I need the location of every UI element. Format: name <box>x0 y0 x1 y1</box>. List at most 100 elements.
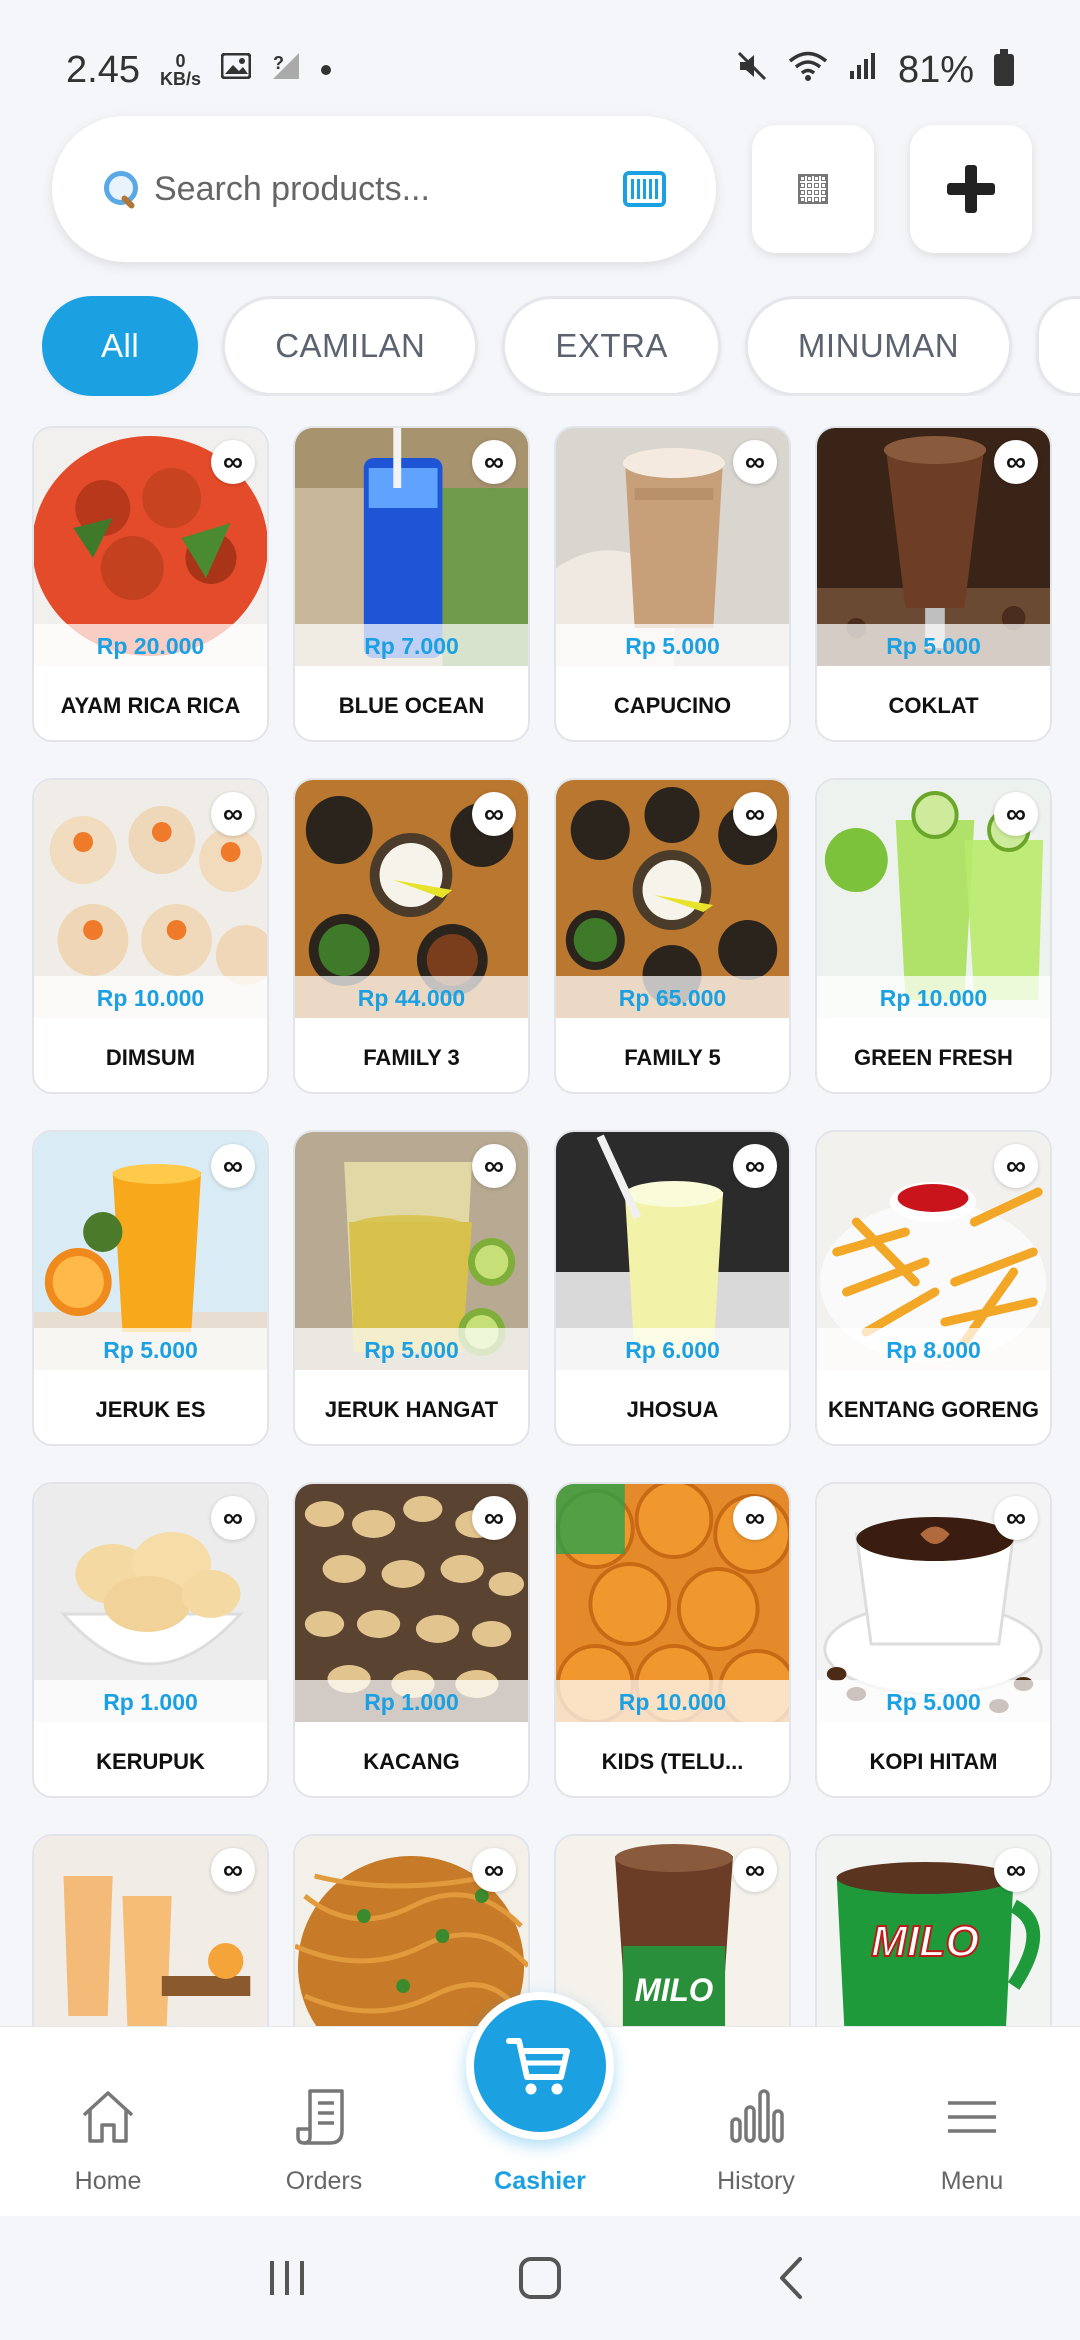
recent-apps-button[interactable] <box>247 2248 327 2308</box>
infinite-stock-icon: ∞ <box>211 1496 255 1540</box>
category-more[interactable] <box>1036 296 1080 396</box>
product-name: FAMILY 5 <box>624 1045 721 1070</box>
product-price: Rp 7.000 <box>295 624 528 668</box>
product-name: KACANG <box>363 1749 460 1774</box>
product-card[interactable]: ∞ Rp 5.000 JERUK ES <box>32 1130 269 1446</box>
product-name: CAPUCINO <box>613 693 732 718</box>
svg-text:?: ? <box>273 53 284 73</box>
category-all[interactable]: All <box>42 296 199 396</box>
category-minuman[interactable]: MINUMAN <box>744 296 1013 396</box>
nav-history[interactable]: History <box>648 2085 864 2196</box>
home-icon <box>76 2085 140 2149</box>
product-card[interactable]: ∞ Rp 1.000 KERUPUK <box>32 1482 269 1798</box>
product-card[interactable]: ∞ Rp 8.000 KENTANG GORENG <box>815 1130 1052 1446</box>
infinite-stock-icon: ∞ <box>994 440 1038 484</box>
infinite-stock-icon: ∞ <box>994 1144 1038 1188</box>
network-speed-unit: KB/s <box>159 69 201 89</box>
product-name: KENTANG GORENG <box>827 1397 1040 1422</box>
infinite-stock-icon: ∞ <box>994 1848 1038 1892</box>
product-price: Rp 5.000 <box>34 1328 267 1372</box>
infinite-stock-icon: ∞ <box>472 440 516 484</box>
nav-home[interactable]: Home <box>0 2085 216 2196</box>
plus-icon <box>947 165 995 213</box>
product-price: Rp 20.000 <box>34 624 267 668</box>
product-card[interactable]: ∞ Rp 6.000 JHOSUA <box>554 1130 791 1446</box>
product-card[interactable]: ∞ Rp 5.000 JERUK HANGAT <box>293 1130 530 1446</box>
add-product-button[interactable] <box>910 125 1032 253</box>
back-chevron-icon <box>780 2257 803 2299</box>
product-card[interactable]: ∞ Rp 20.000 AYAM RICA RICA <box>32 426 269 742</box>
back-button[interactable] <box>753 2248 833 2308</box>
product-card[interactable]: ∞ Rp 5.000 COKLAT <box>815 426 1052 742</box>
category-camilan[interactable]: CAMILAN <box>222 296 479 396</box>
product-card[interactable]: ∞ Rp 44.000 FAMILY 3 <box>293 778 530 1094</box>
nav-menu[interactable]: Menu <box>864 2085 1080 2196</box>
product-price: Rp 44.000 <box>295 976 528 1020</box>
notification-dot-icon <box>320 65 331 75</box>
product-card[interactable]: ∞ Rp 10.000 GREEN FRESH <box>815 778 1052 1094</box>
product-name: BLUE OCEAN <box>338 693 485 718</box>
search-input[interactable] <box>154 169 597 209</box>
product-card[interactable]: MILO ∞ <box>554 1834 791 2026</box>
system-navigation <box>0 2216 1080 2340</box>
shopping-cart-icon <box>506 2038 570 2095</box>
product-card[interactable]: ∞ Rp 5.000 CAPUCINO <box>554 426 791 742</box>
home-system-button[interactable] <box>500 2248 580 2308</box>
search-icon <box>100 169 138 209</box>
product-card[interactable]: ∞ Rp 1.000 KACANG <box>293 1482 530 1798</box>
category-extra[interactable]: EXTRA <box>502 296 721 396</box>
product-card[interactable]: ∞ <box>293 1834 530 2026</box>
hamburger-menu-icon <box>940 2085 1004 2149</box>
infinite-stock-icon: ∞ <box>211 792 255 836</box>
product-card[interactable]: ∞ Rp 7.000 BLUE OCEAN <box>293 426 530 742</box>
product-name: COKLAT <box>888 693 979 718</box>
product-name: KIDS (TELU... <box>601 1749 744 1774</box>
receipt-icon <box>292 2085 356 2149</box>
product-card[interactable]: ∞ Rp 5.000 KOPI HITAM <box>815 1482 1052 1798</box>
nav-orders-label: Orders <box>285 2167 363 2195</box>
battery-percent: 81% <box>897 48 974 91</box>
product-name: KOPI HITAM <box>869 1749 998 1774</box>
product-price: Rp 1.000 <box>34 1680 267 1724</box>
nav-history-label: History <box>717 2167 795 2195</box>
product-card[interactable]: ∞ <box>32 1834 269 2026</box>
top-bar <box>52 116 1032 262</box>
recent-apps-icon <box>269 2261 304 2295</box>
product-card[interactable]: ∞ Rp 10.000 KIDS (TELU... <box>554 1482 791 1798</box>
product-name: KERUPUK <box>96 1749 205 1774</box>
infinite-stock-icon: ∞ <box>733 1848 777 1892</box>
signal-icon <box>848 51 878 89</box>
infinite-stock-icon: ∞ <box>733 792 777 836</box>
product-name: JERUK ES <box>95 1397 206 1422</box>
gallery-icon <box>220 52 252 87</box>
network-speed-value: 0 <box>175 51 186 71</box>
network-speed: 0 KB/s <box>160 52 201 88</box>
product-price: Rp 1.000 <box>295 1680 528 1724</box>
infinite-stock-icon: ∞ <box>733 1144 777 1188</box>
product-price: Rp 10.000 <box>817 976 1050 1020</box>
battery-icon <box>994 49 1014 86</box>
product-price: Rp 65.000 <box>556 976 789 1020</box>
cashier-button[interactable] <box>466 1992 614 2140</box>
status-time: 2.45 <box>66 48 140 91</box>
barcode-scan-icon[interactable] <box>623 171 666 207</box>
product-price: Rp 8.000 <box>817 1328 1050 1372</box>
infinite-stock-icon: ∞ <box>994 792 1038 836</box>
product-name: JHOSUA <box>626 1397 719 1422</box>
search-box[interactable] <box>52 116 716 262</box>
home-square-icon <box>518 2257 561 2299</box>
nav-menu-label: Menu <box>940 2167 1004 2195</box>
product-price: Rp 5.000 <box>295 1328 528 1372</box>
nav-orders[interactable]: Orders <box>216 2085 432 2196</box>
nav-cashier-label: Cashier <box>494 2167 586 2195</box>
product-card[interactable]: ∞ Rp 10.000 DIMSUM <box>32 778 269 1094</box>
grid-view-button[interactable] <box>752 125 874 253</box>
infinite-stock-icon: ∞ <box>472 792 516 836</box>
no-signal-icon: ? <box>271 51 301 89</box>
product-name: FAMILY 3 <box>363 1045 460 1070</box>
product-price: Rp 6.000 <box>556 1328 789 1372</box>
infinite-stock-icon: ∞ <box>211 440 255 484</box>
product-card[interactable]: MILO ∞ <box>815 1834 1052 2026</box>
product-price: Rp 10.000 <box>556 1680 789 1724</box>
product-card[interactable]: ∞ Rp 65.000 FAMILY 5 <box>554 778 791 1094</box>
